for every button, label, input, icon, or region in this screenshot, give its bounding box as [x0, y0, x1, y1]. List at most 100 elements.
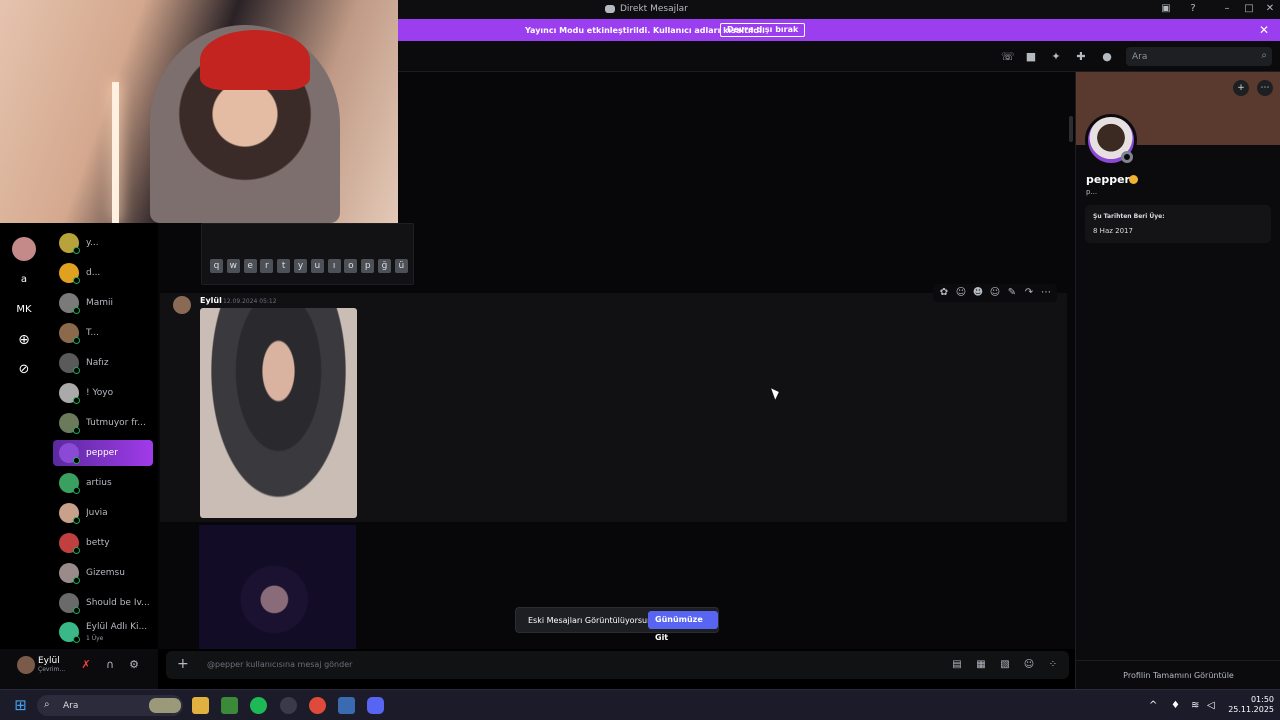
- apps-icon[interactable]: ⁘: [1047, 659, 1059, 671]
- settings-icon[interactable]: ⚙: [128, 659, 140, 671]
- video-call-icon[interactable]: ■: [1025, 51, 1037, 63]
- avatar[interactable]: [173, 296, 191, 314]
- add-friend-icon[interactable]: +: [1233, 80, 1249, 96]
- status-indicator: [73, 457, 80, 464]
- badge-icon[interactable]: [1129, 175, 1138, 184]
- minimize-button[interactable]: –: [1221, 3, 1233, 15]
- keyboard-key: t: [277, 259, 291, 273]
- keyboard-key: p: [361, 259, 375, 273]
- taskbar-search[interactable]: ⌕ Ara: [37, 695, 183, 716]
- dm-item[interactable]: y...: [53, 230, 153, 256]
- scrollbar[interactable]: [1069, 116, 1073, 142]
- status-indicator: [73, 307, 80, 314]
- gif-icon[interactable]: ▦: [975, 659, 987, 671]
- screen-share-icon[interactable]: ▣: [1160, 3, 1172, 15]
- maximize-button[interactable]: □: [1243, 3, 1255, 15]
- keyboard-key: e: [243, 259, 257, 273]
- dm-name: T...: [86, 328, 100, 338]
- dm-item[interactable]: Eylül Adlı Ki... 1 Üye: [53, 619, 153, 645]
- dm-item[interactable]: pepper: [53, 440, 153, 466]
- add-friends-icon[interactable]: ✚: [1075, 51, 1087, 63]
- message-composer[interactable]: + @pepper kullanıcısına mesaj gönder ▤ ▦…: [166, 651, 1069, 679]
- reaction-3-icon[interactable]: ☻: [971, 286, 985, 300]
- minecraft-icon[interactable]: [221, 697, 238, 714]
- status-indicator: [73, 607, 80, 614]
- sticker-icon[interactable]: ▧: [999, 659, 1011, 671]
- dm-item[interactable]: T...: [53, 320, 153, 346]
- windows-start-icon[interactable]: ⊞: [12, 697, 29, 714]
- jump-to-present-button[interactable]: Günümüze Git: [648, 611, 718, 642]
- dm-name: Gizemsu: [86, 568, 125, 578]
- keyboard-key: o: [344, 259, 358, 273]
- server-avatar[interactable]: [12, 237, 36, 261]
- message-photo[interactable]: [200, 308, 357, 518]
- keyboard-image[interactable]: [201, 223, 414, 285]
- close-window-button[interactable]: ✕: [1264, 3, 1276, 15]
- avatar[interactable]: [17, 656, 35, 674]
- dm-item[interactable]: Gizemsu: [53, 560, 153, 586]
- message-input[interactable]: @pepper kullanıcısına mesaj gönder: [207, 660, 352, 669]
- dm-item[interactable]: betty: [53, 530, 153, 556]
- headphones-icon[interactable]: ∩: [104, 659, 116, 671]
- explore-icon[interactable]: ⊘: [12, 358, 36, 382]
- dm-name: Eylül Adlı Ki...: [86, 622, 148, 632]
- message-author[interactable]: Eylül: [200, 296, 222, 305]
- dm-item[interactable]: ! Yoyo: [53, 380, 153, 406]
- search-icon: ⌕: [44, 699, 50, 710]
- disable-streamer-mode-button[interactable]: Devre dışı bırak: [720, 23, 806, 37]
- keyboard-key: ü: [394, 259, 408, 273]
- wifi-icon[interactable]: ≋: [1191, 700, 1199, 711]
- dm-item[interactable]: Juvia: [53, 500, 153, 526]
- status-indicator: [73, 577, 80, 584]
- status-indicator: [73, 397, 80, 404]
- message-photo-2[interactable]: [199, 525, 356, 649]
- time: 01:50: [1250, 695, 1274, 704]
- forward-icon[interactable]: ↷: [1022, 286, 1036, 300]
- jump-to-present-bar: Eski Mesajları Görüntülüyorsun Günümüze …: [515, 607, 719, 642]
- more-icon[interactable]: ⋯: [1039, 286, 1053, 300]
- search-input[interactable]: Ara ⌕: [1126, 47, 1272, 66]
- spotify-icon[interactable]: [250, 697, 267, 714]
- attach-icon[interactable]: +: [177, 656, 189, 672]
- app-icon[interactable]: [280, 697, 297, 714]
- server-sidebar: a MK ⊕ ⊘: [0, 223, 48, 649]
- add-server-icon[interactable]: ⊕: [12, 328, 36, 352]
- dm-name: artius: [86, 478, 112, 488]
- reaction-2-icon[interactable]: ☺: [954, 286, 968, 300]
- app-2-icon[interactable]: [338, 697, 355, 714]
- dm-item[interactable]: Should be Iv...: [53, 590, 153, 616]
- help-icon[interactable]: ?: [1187, 3, 1199, 15]
- discord-icon[interactable]: [367, 697, 384, 714]
- voice-call-icon[interactable]: ☏: [1001, 51, 1015, 63]
- dm-item[interactable]: Tutmuyor fr...: [53, 410, 153, 436]
- dm-item[interactable]: d...: [53, 260, 153, 286]
- edit-icon[interactable]: ✎: [1005, 286, 1019, 300]
- view-full-profile-button[interactable]: Profilin Tamamını Görüntüle: [1076, 660, 1280, 689]
- tray-chevron-icon[interactable]: ^: [1149, 700, 1157, 711]
- mute-icon[interactable]: ✗: [80, 659, 92, 671]
- keyboard-key: r: [260, 259, 274, 273]
- emoji-icon[interactable]: ☺: [1023, 659, 1035, 671]
- chrome-icon[interactable]: [309, 697, 326, 714]
- add-reaction-icon[interactable]: ☺: [988, 286, 1002, 300]
- message[interactable]: Eylül 12.09.2024 05:12: [160, 293, 1067, 522]
- file-explorer-icon[interactable]: [192, 697, 209, 714]
- server-mk[interactable]: MK: [12, 298, 36, 322]
- dm-item[interactable]: Nafız: [53, 350, 153, 376]
- close-banner-icon[interactable]: ✕: [1259, 23, 1269, 37]
- gift-icon[interactable]: ▤: [951, 659, 963, 671]
- status-indicator: [73, 636, 80, 643]
- server-a[interactable]: a: [12, 268, 36, 292]
- dm-name: Mamii: [86, 298, 114, 308]
- dm-item[interactable]: artius: [53, 470, 153, 496]
- volume-icon[interactable]: ◁: [1207, 700, 1215, 711]
- more-icon[interactable]: ⋯: [1257, 80, 1273, 96]
- webcam-overlay: [0, 0, 398, 223]
- microphone-icon[interactable]: ♦: [1171, 700, 1180, 711]
- pinned-messages-icon[interactable]: ✦: [1050, 51, 1062, 63]
- dm-item[interactable]: Mamii: [53, 290, 153, 316]
- keyboard-key: y: [294, 259, 307, 273]
- user-profile-icon[interactable]: ●: [1101, 51, 1113, 63]
- reaction-1-icon[interactable]: ✿: [937, 286, 951, 300]
- clock[interactable]: 01:50 25.11.2025: [1222, 695, 1274, 715]
